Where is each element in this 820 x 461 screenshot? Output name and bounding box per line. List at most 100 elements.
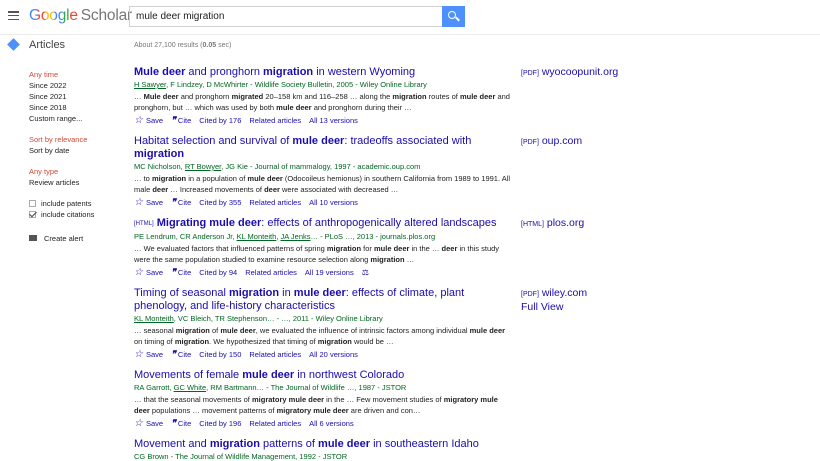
related-articles-link[interactable]: Related articles [249,419,301,428]
cited-by-link[interactable]: Cited by 196 [199,419,241,428]
google-scholar-logo[interactable]: Google Scholar [29,7,132,25]
result-authors: KL Monteith, VC Bleich, TR Stephenson… -… [134,314,383,323]
result-title[interactable]: Movements of female mule deer in northwe… [134,369,514,382]
section-title: Articles [29,39,66,51]
result-item: Movements of female mule deer in northwe… [134,369,514,429]
related-articles-link[interactable]: Related articles [249,116,301,125]
create-alert-label: Create alert [44,233,84,243]
result-actions: ☆ Save ❞ Cite Cited by 150 Related articles Al… [134,349,514,360]
cite-button[interactable]: ❞ Cite [171,349,191,360]
cited-by-link[interactable]: Cited by 150 [199,350,241,359]
sort-group: Sort by relevance Sort by date [29,134,129,156]
time-filter-0[interactable]: Any time [29,69,129,80]
menu-icon[interactable] [8,11,19,21]
versions-link[interactable]: All 20 versions [309,350,358,359]
envelope-icon [29,235,37,241]
search-button[interactable] [442,6,465,27]
link-type-tag: [PDF] [521,70,539,77]
quote-icon: ❞ [171,349,176,359]
logo-scholar: Scholar [80,7,132,24]
top-bar: Google Scholar [0,0,820,35]
result-item: Habitat selection and survival of mule d… [134,135,514,208]
articles-header: Articles [0,36,820,56]
include-patents-checkbox[interactable] [29,200,36,207]
link-domain: plos.org [546,217,585,229]
save-button[interactable]: ☆ Save [134,197,163,208]
logo-google: Google [29,7,78,24]
type-group: Any type Review articles [29,166,129,188]
link-domain: oup.com [541,135,583,147]
result-item: Timing of seasonal migration in mule dee… [134,287,514,360]
result-snippet: … to migration in a population of mule d… [134,174,511,194]
save-button[interactable]: ☆ Save [134,418,163,429]
cite-button[interactable]: ❞ Cite [171,115,191,126]
cite-button[interactable]: ❞ Cite [171,418,191,429]
full-text-link[interactable]: [PDF] wyocoopunit.org [521,66,618,78]
result-authors: MC Nicholson, RT Bowyer, JG Kie - Journa… [134,162,421,171]
result-snippet: … that the seasonal movements of migrato… [134,395,498,415]
related-articles-link[interactable]: Related articles [249,350,301,359]
result-title[interactable]: [HTML] Migrating mule deer: effects of a… [134,217,514,231]
time-filter-4[interactable]: Custom range... [29,113,129,124]
include-patents-row[interactable]: include patents [29,198,129,209]
cited-by-link[interactable]: Cited by 176 [199,116,241,125]
full-text-link[interactable]: [PDF] wiley.com [521,287,587,299]
related-articles-link[interactable]: Related articles [245,268,297,277]
create-alert-button[interactable]: Create alert [29,232,129,244]
star-icon: ☆ [134,115,143,126]
results-list: Mule deer and pronghorn migration in wes… [134,66,514,461]
result-snippet: … Mule deer and pronghorn migrated 20–15… [134,92,510,112]
result-snippet: … We evaluated factors that influenced p… [134,244,500,264]
sort-option-1[interactable]: Sort by date [29,145,129,156]
include-citations-checkbox[interactable] [29,211,36,218]
more-icon[interactable]: ⚖ [362,268,369,277]
result-item: Mule deer and pronghorn migration in wes… [134,66,514,126]
result-authors: RA Garrott, GC White, RM Bartmann… - The… [134,383,407,392]
type-option-1[interactable]: Review articles [29,177,129,188]
full-text-link[interactable]: [PDF] oup.com [521,135,582,147]
time-filter-1[interactable]: Since 2022 [29,80,129,91]
cited-by-link[interactable]: Cited by 94 [199,268,237,277]
result-authors: CG Brown - The Journal of Wildlife Manag… [134,452,348,461]
result-title[interactable]: Habitat selection and survival of mule d… [134,135,514,161]
versions-link[interactable]: All 10 versions [309,198,358,207]
result-item: Movement and migration patterns of mule … [134,438,514,461]
result-snippet: … seasonal migration of mule deer, we ev… [134,326,506,346]
full-text-link[interactable]: [HTML] plos.org [521,217,584,229]
versions-link[interactable]: All 19 versions [305,268,354,277]
save-button[interactable]: ☆ Save [134,115,163,126]
type-option-0[interactable]: Any type [29,166,129,177]
cited-by-link[interactable]: Cited by 355 [199,198,241,207]
sort-option-0[interactable]: Sort by relevance [29,134,129,145]
result-authors: PE Lendrum, CR Anderson Jr, KL Monteith,… [134,232,436,241]
versions-link[interactable]: All 6 versions [309,419,354,428]
cite-button[interactable]: ❞ Cite [171,197,191,208]
include-patents-label: include patents [41,199,92,208]
time-filter-3[interactable]: Since 2018 [29,102,129,113]
star-icon: ☆ [134,418,143,429]
time-filter-2[interactable]: Since 2021 [29,91,129,102]
quote-icon: ❞ [171,115,176,125]
save-button[interactable]: ☆ Save [134,267,163,278]
save-button[interactable]: ☆ Save [134,349,163,360]
result-actions: ☆ Save ❞ Cite Cited by 176 Related articles Al… [134,115,514,126]
quote-icon: ❞ [171,267,176,277]
search-input[interactable] [130,7,443,26]
result-actions: ☆ Save ❞ Cite Cited by 94 Related articles All… [134,267,514,278]
versions-link[interactable]: All 13 versions [309,116,358,125]
include-citations-row[interactable]: include citations [29,209,129,220]
full-view-link[interactable]: Full View [521,301,563,313]
quote-icon: ❞ [171,197,176,207]
result-title[interactable]: Timing of seasonal migration in mule dee… [134,287,514,313]
link-domain: wiley.com [541,287,588,299]
result-item: [HTML] Migrating mule deer: effects of a… [134,217,514,278]
result-actions: ☆ Save ❞ Cite Cited by 355 Related articles Al… [134,197,514,208]
result-title[interactable]: Mule deer and pronghorn migration in wes… [134,66,514,79]
result-title[interactable]: Movement and migration patterns of mule … [134,438,514,451]
time-filter-group: Any time Since 2022 Since 2021 Since 2018 Cu… [29,69,129,124]
cite-button[interactable]: ❞ Cite [171,267,191,278]
related-articles-link[interactable]: Related articles [249,198,301,207]
result-actions: ☆ Save ❞ Cite Cited by 196 Related articles Al… [134,418,514,429]
search-box [129,6,443,27]
result-stats: About 27,100 results (0.05 sec) [134,42,232,49]
